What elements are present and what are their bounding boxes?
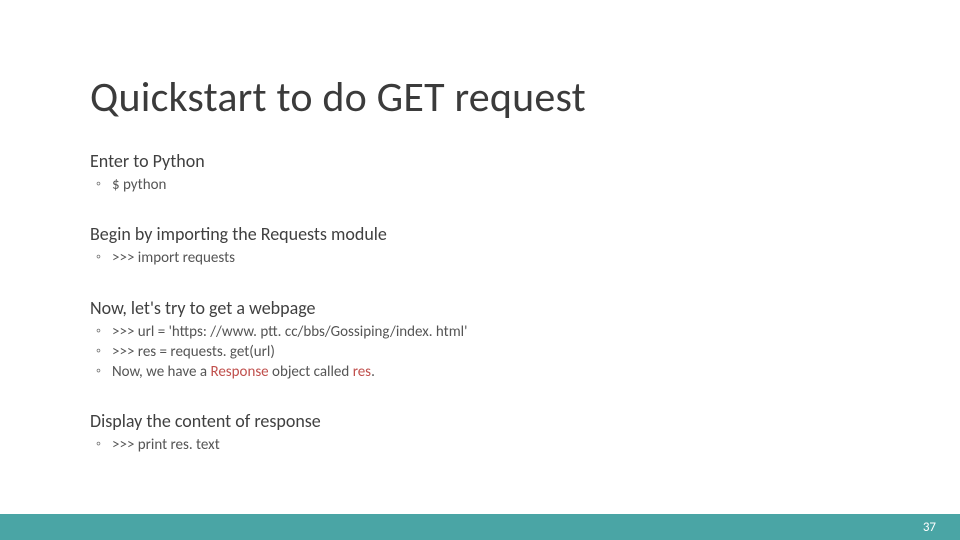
list-text: object called <box>269 363 353 381</box>
list-text: >>> url = 'https: //www. ptt. cc/bbs/Gos… <box>112 323 467 341</box>
sub-list: $ python <box>90 175 870 195</box>
section: Display the content of response >>> prin… <box>90 410 870 455</box>
list-text: . <box>371 363 375 381</box>
section-head: Now, let's try to get a webpage <box>90 297 870 319</box>
list-item: >>> url = 'https: //www. ptt. cc/bbs/Gos… <box>90 322 870 342</box>
section: Enter to Python $ python <box>90 150 870 195</box>
slide-body: Enter to Python $ python Begin by import… <box>90 150 870 456</box>
list-item: >>> print res. text <box>90 435 870 455</box>
list-text: >>> import requests <box>112 249 235 267</box>
section: Begin by importing the Requests module >… <box>90 223 870 268</box>
list-text: >>> print res. text <box>112 436 220 454</box>
list-item: >>> import requests <box>90 248 870 268</box>
sub-list: >>> import requests <box>90 248 870 268</box>
slide: Quickstart to do GET request Enter to Py… <box>0 0 960 540</box>
section: Now, let's try to get a webpage >>> url … <box>90 297 870 383</box>
sub-list: >>> url = 'https: //www. ptt. cc/bbs/Gos… <box>90 322 870 383</box>
list-text: $ python <box>112 176 166 194</box>
footer-bar: 37 <box>0 514 960 540</box>
list-text: >>> res = requests. get(url) <box>112 343 275 361</box>
page-number: 37 <box>923 520 936 535</box>
slide-title: Quickstart to do GET request <box>90 72 586 123</box>
list-item: $ python <box>90 175 870 195</box>
section-head: Begin by importing the Requests module <box>90 223 870 245</box>
accent-text: Response <box>210 363 268 381</box>
list-text: Now, we have a <box>112 363 210 381</box>
list-item: >>> res = requests. get(url) <box>90 342 870 362</box>
accent-text: res <box>353 363 371 381</box>
section-head: Enter to Python <box>90 150 870 172</box>
section-head: Display the content of response <box>90 410 870 432</box>
sub-list: >>> print res. text <box>90 435 870 455</box>
list-item: Now, we have a Response object called re… <box>90 362 870 382</box>
